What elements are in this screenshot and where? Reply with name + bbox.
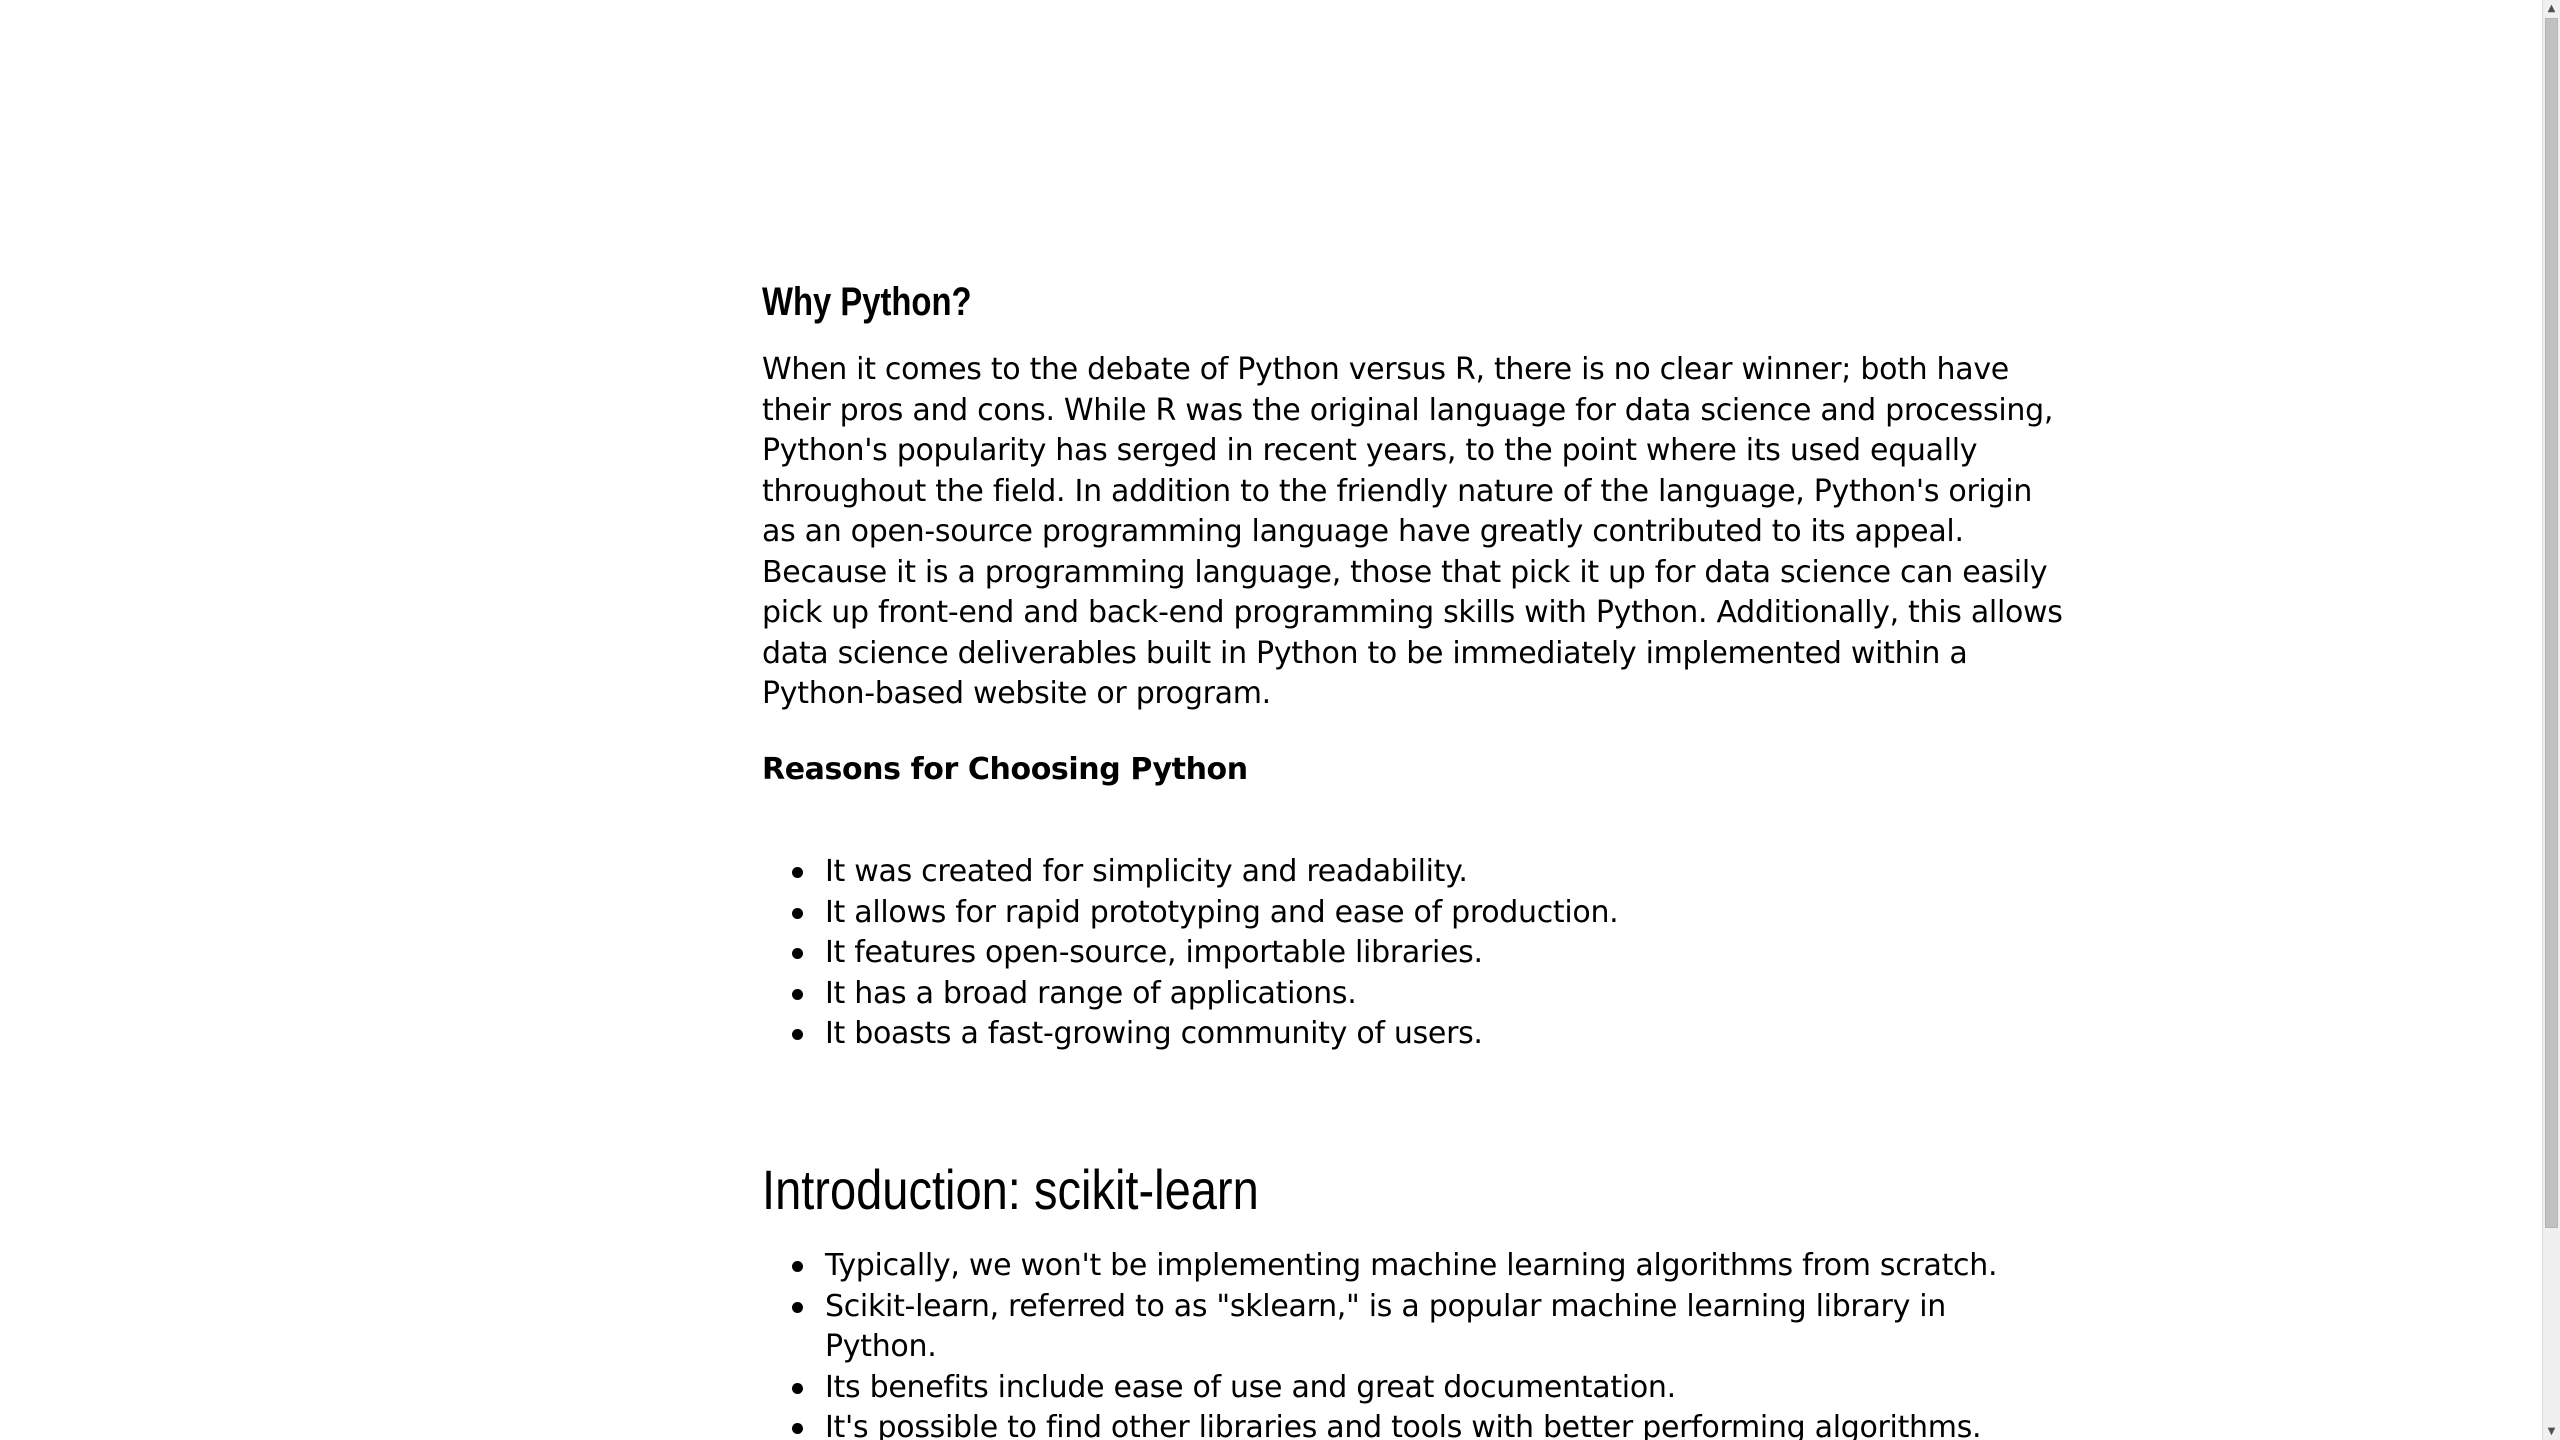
list-item: Its benefits include ease of use and gre… — [762, 1368, 1972, 1409]
sklearn-list: Typically, we won't be implementing mach… — [762, 1246, 1997, 1440]
paragraph-line: as an open-source programming language h… — [762, 514, 1964, 549]
reasons-heading: Reasons for Choosing Python — [762, 752, 1248, 787]
paragraph-line: their pros and cons. While R was the ori… — [762, 392, 2054, 428]
list-item: It has a broad range of applications. — [762, 974, 1972, 1015]
paragraph-line: Because it is a programming language, th… — [762, 554, 2048, 590]
page-viewport: Why Python? When it comes to the debate … — [0, 0, 2560, 1440]
paragraph-line: throughout the field. In addition to the… — [762, 473, 2033, 509]
paragraph-line: data science deliverables built in Pytho… — [762, 635, 1968, 671]
list-item: It was created for simplicity and readab… — [762, 852, 1972, 893]
scrollbar-thumb[interactable] — [2545, 18, 2558, 1228]
paragraph-line: When it comes to the debate of Python ve… — [762, 352, 2009, 387]
triangle-up-icon[interactable]: ▲ — [2543, 0, 2560, 17]
paragraph-line: pick up front-end and back-end programmi… — [762, 595, 2063, 630]
list-item: It allows for rapid prototyping and ease… — [762, 893, 1972, 934]
list-item: Typically, we won't be implementing mach… — [762, 1246, 1997, 1287]
paragraph-line: Python's popularity has serged in recent… — [762, 433, 1978, 468]
vertical-scrollbar[interactable]: ▲ ▼ — [2542, 0, 2560, 1440]
triangle-down-icon[interactable]: ▼ — [2543, 1423, 2560, 1440]
list-item: It boasts a fast-growing community of us… — [762, 1014, 1972, 1055]
why-python-paragraph: When it comes to the debate of Python ve… — [762, 350, 2063, 715]
list-item: Scikit-learn, referred to as "sklearn," … — [762, 1287, 1972, 1368]
why-python-heading: Why Python? — [762, 280, 972, 324]
paragraph-line: Python-based website or program. — [762, 676, 1271, 711]
intro-sklearn-heading: Introduction: scikit-learn — [762, 1158, 1259, 1221]
list-item-line: Python. — [825, 1329, 937, 1364]
list-item: It features open-source, importable libr… — [762, 933, 1972, 974]
reasons-list: It was created for simplicity and readab… — [762, 852, 1972, 1055]
list-item: It's possible to find other libraries an… — [762, 1408, 1982, 1440]
list-item-line: Scikit-learn, referred to as "sklearn," … — [825, 1288, 1947, 1324]
